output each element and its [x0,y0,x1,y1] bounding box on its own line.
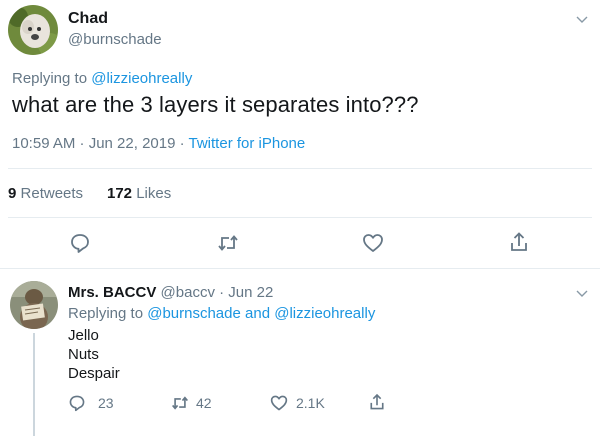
replying-to-link-1[interactable]: @burnschade [147,305,241,322]
divider [0,268,600,269]
author-name[interactable]: Chad [68,10,108,28]
divider [8,217,592,218]
like-heart-icon[interactable] [362,232,384,254]
replying-to-line: Replying to @lizzieohreally [12,70,192,87]
author-avatar[interactable] [8,5,58,55]
reply-date[interactable]: · Jun 22 [219,284,273,301]
reply-text: Jello Nuts Despair [68,326,120,383]
chevron-down-icon[interactable] [575,286,589,300]
reply-author-handle[interactable]: @baccv [161,284,215,301]
likes-count: 172 [107,185,133,202]
reply-count: 23 [98,395,114,411]
animal-with-sign-avatar-icon [10,281,58,329]
retweets-count: 9 [8,185,17,202]
share-icon[interactable] [368,393,386,411]
retweet-icon[interactable] [216,232,240,254]
likes-label: Likes [136,185,172,202]
share-icon[interactable] [508,231,530,253]
dog-avatar-icon [8,5,58,55]
replying-to-link[interactable]: @lizzieohreally [91,70,192,87]
reply-author-name[interactable]: Mrs. BACCV [68,284,156,301]
retweet-count: 42 [196,395,212,411]
reply-icon [68,394,86,412]
reply-replying-to-line: Replying to @burnschade and @lizzieohrea… [68,305,375,322]
retweets-label: Retweets [20,185,84,202]
like-heart-icon [270,394,288,412]
reply-icon[interactable] [69,232,91,254]
like-count: 2.1K [296,395,325,411]
replying-prefix: Replying to [12,70,88,87]
replying-prefix: Replying to [68,305,144,322]
tweet-meta: 10:59 AM · Jun 22, 2019 · Twitter for iP… [12,135,305,152]
source-link[interactable]: Twitter for iPhone [189,135,306,152]
likes-stat[interactable]: 172 Likes [107,185,171,202]
replying-and-word: and [245,305,271,322]
reply-line: Nuts [68,346,99,363]
reply-header: Mrs. BACCV @baccv · Jun 22 [68,284,273,301]
retweet-icon [170,394,190,412]
timestamp[interactable]: 10:59 AM · Jun 22, 2019 · [12,135,189,152]
divider [8,168,592,169]
reply-thread-line [33,333,35,436]
author-handle[interactable]: @burnschade [68,31,162,48]
reply-author-avatar[interactable] [10,281,58,329]
replying-to-link-2[interactable]: @lizzieohreally [274,305,375,322]
reply-line: Despair [68,365,120,382]
reply-line: Jello [68,327,99,344]
tweet-text: what are the 3 layers it separates into?… [12,92,419,117]
chevron-down-icon[interactable] [575,12,589,26]
retweets-stat[interactable]: 9 Retweets [8,185,83,202]
